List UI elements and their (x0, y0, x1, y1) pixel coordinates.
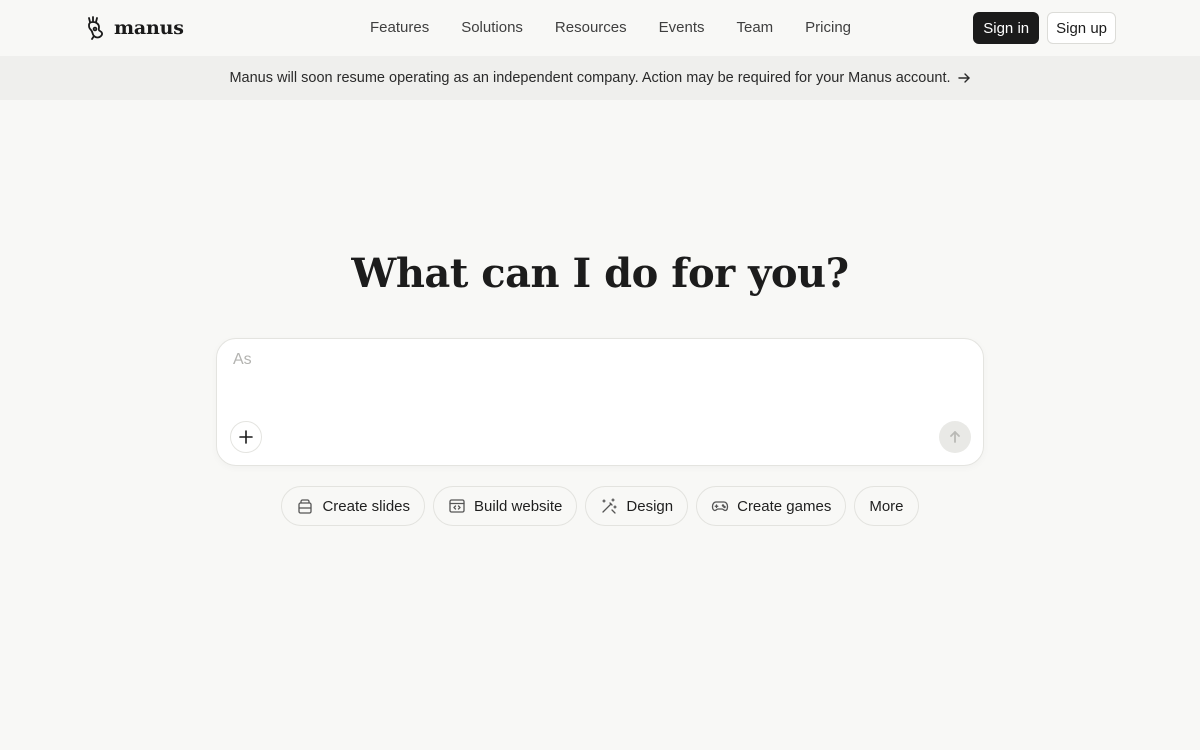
hero-title: What can I do for you? (351, 250, 849, 297)
create-games-chip[interactable]: Create games (696, 486, 847, 526)
chip-label: Create games (737, 497, 832, 515)
gamepad-icon (711, 501, 729, 512)
auth-buttons: Sign in Sign up (973, 12, 1116, 44)
slides-icon (298, 499, 313, 514)
prompt-input[interactable] (233, 351, 963, 391)
nav-team[interactable]: Team (720, 0, 789, 56)
nav-events[interactable]: Events (643, 0, 721, 56)
top-header: manus Features Solutions Resources Event… (0, 0, 1200, 56)
announcement-banner[interactable]: Manus will soon resume operating as an i… (0, 56, 1200, 100)
create-slides-chip[interactable]: Create slides (281, 486, 426, 526)
send-button[interactable] (939, 421, 971, 453)
chip-label: Design (626, 497, 674, 515)
sign-up-button[interactable]: Sign up (1047, 12, 1116, 44)
design-wand-icon (602, 498, 618, 514)
banner-text: Manus will soon resume operating as an i… (229, 70, 951, 86)
nav-solutions[interactable]: Solutions (445, 0, 539, 56)
nav-resources[interactable]: Resources (539, 0, 643, 56)
nav-features[interactable]: Features (354, 0, 445, 56)
manus-hand-icon (88, 16, 103, 40)
arrow-up-icon (950, 431, 960, 443)
sign-in-button[interactable]: Sign in (973, 12, 1040, 44)
website-icon (449, 499, 465, 513)
chip-label: Build website (474, 497, 563, 515)
chip-label: Create slides (322, 497, 411, 515)
prompt-composer (216, 338, 984, 466)
quick-actions: Create slides Build website Design Creat… (0, 486, 1200, 526)
plus-icon (239, 430, 253, 444)
chip-label: More (869, 497, 904, 515)
more-chip[interactable]: More (854, 486, 919, 526)
manus-logo[interactable]: manus (86, 15, 184, 41)
logo-text: manus (114, 17, 184, 39)
attach-button[interactable] (230, 421, 262, 453)
arrow-right-icon (957, 73, 970, 83)
build-website-chip[interactable]: Build website (433, 486, 578, 526)
design-chip[interactable]: Design (585, 486, 689, 526)
main-nav: Features Solutions Resources Events Team… (354, 0, 867, 56)
nav-pricing[interactable]: Pricing (789, 0, 867, 56)
